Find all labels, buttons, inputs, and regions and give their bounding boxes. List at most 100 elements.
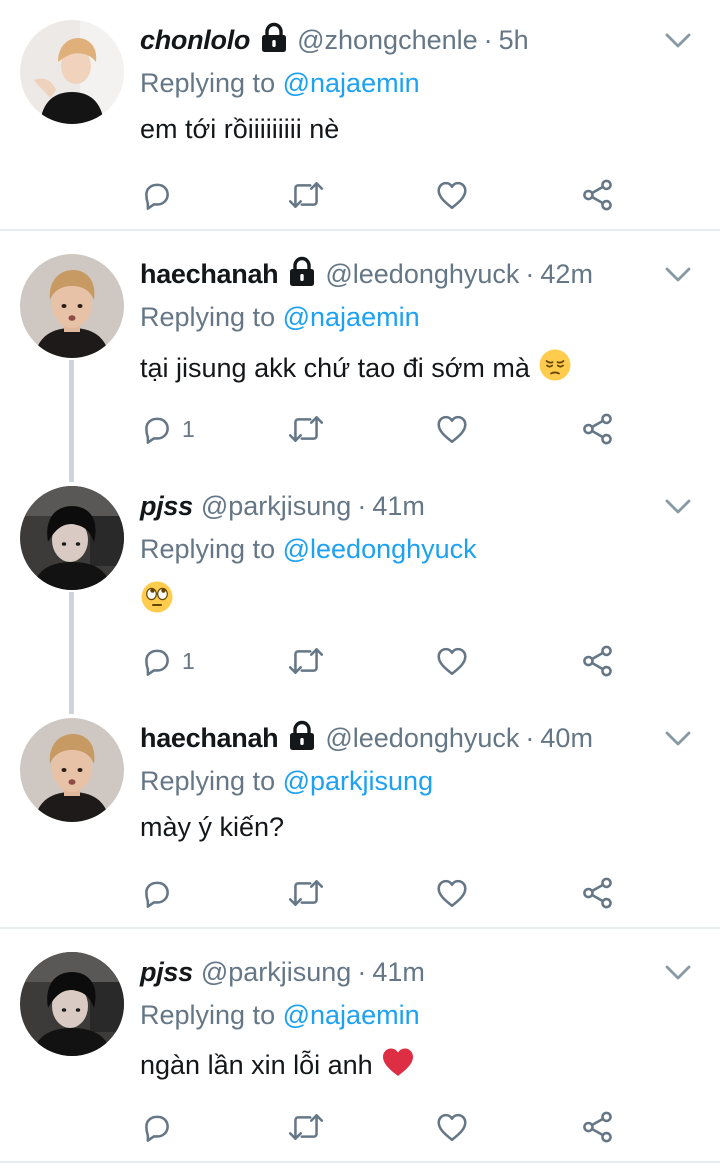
replying-to: Replying to @parkjisung [140, 766, 433, 797]
avatar[interactable] [20, 486, 124, 590]
avatar-image [20, 254, 124, 358]
share-button[interactable] [581, 876, 615, 910]
share-button[interactable] [581, 1110, 615, 1144]
timestamp[interactable]: 41m [372, 957, 425, 988]
reply-button[interactable] [140, 1110, 174, 1144]
avatar[interactable] [20, 718, 124, 822]
user-handle[interactable]: @leedonghyuck [325, 723, 519, 754]
tweet[interactable]: haechanah @leedonghyuck · 42m Replying t… [0, 234, 720, 466]
tweet[interactable]: pjss @parkjisung · 41m Replying to @leed… [0, 466, 720, 698]
replying-to: Replying to @leedonghyuck [140, 534, 477, 565]
divider [0, 1161, 720, 1163]
avatar[interactable] [20, 20, 124, 124]
heart-icon [435, 876, 469, 910]
heart-icon [435, 644, 469, 678]
retweet-icon [287, 178, 325, 212]
avatar-image [20, 20, 124, 124]
reply-count: 1 [182, 415, 195, 442]
like-button[interactable] [435, 412, 469, 446]
reply-button[interactable]: 1 [140, 644, 195, 678]
divider [0, 927, 720, 929]
retweet-button[interactable] [287, 412, 325, 446]
chevron-down-icon[interactable] [664, 730, 692, 753]
timestamp[interactable]: 41m [372, 491, 425, 522]
mention-link[interactable]: @leedonghyuck [283, 534, 477, 564]
tweet[interactable]: chonlolo @zhongchenle · 5h Replying to @… [0, 0, 720, 230]
share-button[interactable] [581, 178, 615, 212]
user-handle[interactable]: @parkjisung [201, 957, 351, 988]
display-name[interactable]: pjss [140, 957, 193, 988]
timestamp[interactable]: 42m [540, 259, 593, 290]
avatar[interactable] [20, 254, 124, 358]
replying-prefix: Replying to [140, 766, 276, 796]
display-name[interactable]: haechanah [140, 723, 279, 754]
heart-icon [435, 1110, 469, 1144]
reply-button[interactable] [140, 876, 174, 910]
chevron-down-icon[interactable] [664, 32, 692, 55]
tweet-actions: 1 [140, 412, 640, 452]
reply-icon [140, 1110, 174, 1144]
reply-button[interactable]: 1 [140, 412, 195, 446]
user-handle[interactable]: @zhongchenle [297, 25, 478, 56]
tweet-actions [140, 876, 640, 916]
replying-to: Replying to @najaemin [140, 68, 420, 99]
chevron-down-icon[interactable] [664, 266, 692, 289]
like-button[interactable] [435, 178, 469, 212]
display-name[interactable]: chonlolo [140, 25, 250, 56]
chevron-down-icon[interactable] [664, 498, 692, 521]
like-button[interactable] [435, 644, 469, 678]
tweet-text-content: tại jisung akk chứ tao đi sớm mà [140, 353, 530, 383]
tweet-text: tại jisung akk chứ tao đi sớm mà [140, 348, 572, 389]
heart-icon [435, 178, 469, 212]
tweet-text: ngàn lần xin lỗi anh [140, 1046, 415, 1085]
tweet-text-content: em tới rồiiiiiiiii nè [140, 114, 340, 144]
user-handle[interactable]: @parkjisung [201, 491, 351, 522]
pensive-face-icon [538, 348, 572, 389]
tweet-text-content: ngàn lần xin lỗi anh [140, 1050, 373, 1080]
tweet[interactable]: haechanah @leedonghyuck · 40m Replying t… [0, 698, 720, 928]
reply-icon [140, 644, 174, 678]
timestamp[interactable]: 40m [540, 723, 593, 754]
like-button[interactable] [435, 1110, 469, 1144]
mention-link[interactable]: @najaemin [283, 302, 420, 332]
retweet-icon [287, 644, 325, 678]
tweet-header: pjss @parkjisung · 41m [140, 952, 425, 992]
tweet-header: haechanah @leedonghyuck · 42m [140, 254, 593, 294]
lock-icon [259, 22, 289, 59]
share-button[interactable] [581, 412, 615, 446]
display-name[interactable]: pjss [140, 491, 193, 522]
retweet-button[interactable] [287, 644, 325, 678]
retweet-icon [287, 1110, 325, 1144]
like-button[interactable] [435, 876, 469, 910]
user-handle[interactable]: @leedonghyuck [325, 259, 519, 290]
tweet-header: haechanah @leedonghyuck · 40m [140, 718, 593, 758]
reply-count: 1 [182, 647, 195, 674]
avatar[interactable] [20, 952, 124, 1056]
reply-icon [140, 178, 174, 212]
red-heart-icon [381, 1046, 415, 1085]
replying-prefix: Replying to [140, 68, 276, 98]
lock-icon [287, 256, 317, 293]
chevron-down-icon[interactable] [664, 964, 692, 987]
separator-dot: · [525, 258, 535, 289]
tweet[interactable]: pjss @parkjisung · 41m Replying to @naja… [0, 932, 720, 1162]
replying-to: Replying to @najaemin [140, 302, 420, 333]
display-name[interactable]: haechanah [140, 259, 279, 290]
mention-link[interactable]: @najaemin [283, 1000, 420, 1030]
retweet-icon [287, 412, 325, 446]
avatar-image [20, 486, 124, 590]
retweet-button[interactable] [287, 876, 325, 910]
divider [0, 229, 720, 231]
tweet-header: chonlolo @zhongchenle · 5h [140, 20, 529, 60]
retweet-button[interactable] [287, 178, 325, 212]
retweet-button[interactable] [287, 1110, 325, 1144]
share-button[interactable] [581, 644, 615, 678]
avatar-image [20, 952, 124, 1056]
share-icon [581, 876, 615, 910]
tweet-header: pjss @parkjisung · 41m [140, 486, 425, 526]
mention-link[interactable]: @parkjisung [283, 766, 433, 796]
timestamp[interactable]: 5h [499, 25, 529, 56]
mention-link[interactable]: @najaemin [283, 68, 420, 98]
share-icon [581, 412, 615, 446]
reply-button[interactable] [140, 178, 174, 212]
